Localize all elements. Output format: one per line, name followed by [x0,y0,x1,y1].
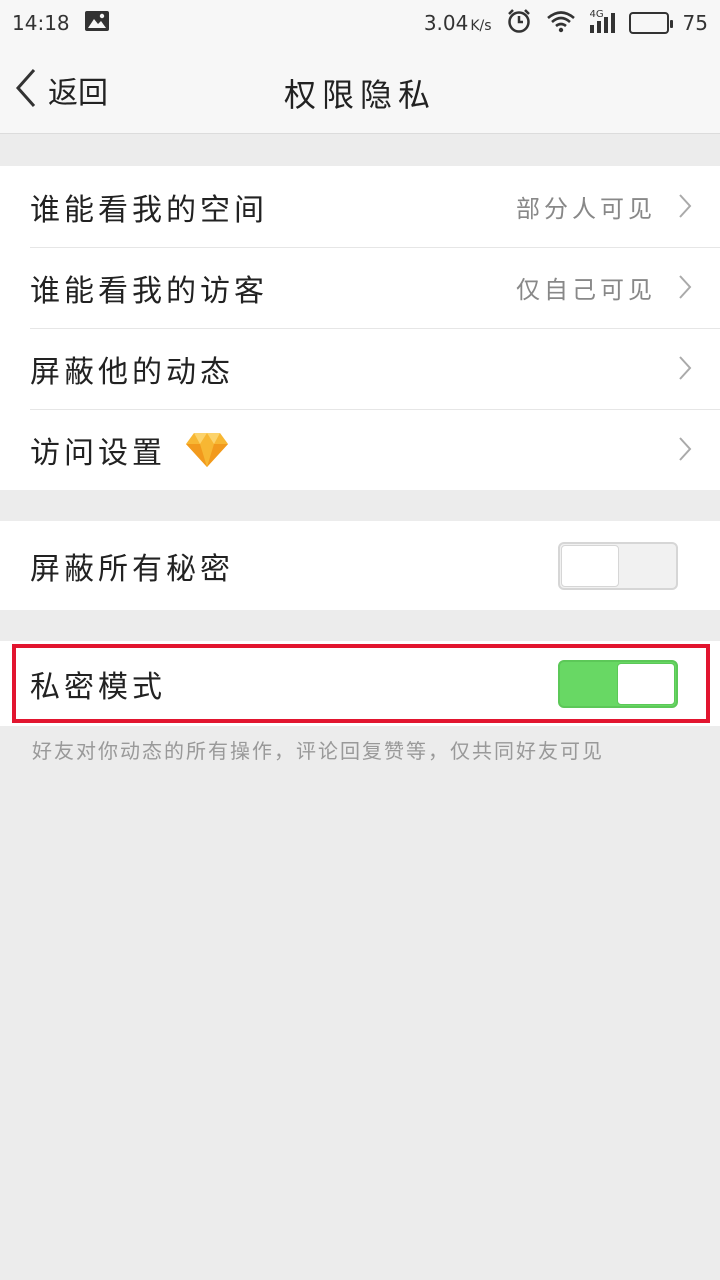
toggle-knob [617,662,675,705]
secrets-group: 屏蔽所有秘密 [0,521,720,610]
toggle-knob [561,544,619,587]
diamond-icon [184,431,230,469]
row-block-feed[interactable]: 屏蔽他的动态 [0,328,720,409]
network-speed-value: 3.04 [423,11,469,35]
battery-level: 75 [682,11,708,35]
page-title: 权限隐私 [283,76,436,114]
row-visitor-visibility[interactable]: 谁能看我的访客 仅自己可见 [0,247,720,328]
wifi-icon [546,9,576,38]
block-secrets-toggle[interactable] [558,541,678,590]
network-speed: 3.04 K/s [424,11,492,35]
alarm-icon [506,8,532,39]
chevron-right-icon [678,274,692,304]
navigation-bar: 返回 权限隐私 [0,46,720,134]
row-block-secrets: 屏蔽所有秘密 [0,521,720,610]
row-label: 屏蔽所有秘密 [30,551,234,587]
status-time: 14:18 [12,11,70,35]
status-left: 14:18 [12,10,110,37]
network-speed-unit: K/s [470,18,492,34]
row-private-mode: 私密模式 [0,641,720,726]
row-label: 私密模式 [30,669,166,705]
network-type: 4G [589,9,604,20]
chevron-right-icon [678,193,692,223]
battery-icon [628,12,673,34]
row-label: 访问设置 [30,435,166,471]
visibility-settings-group: 谁能看我的空间 部分人可见 谁能看我的访客 仅自己可见 屏蔽他的动态 访问设置 [0,166,720,490]
status-bar: 14:18 3.04 K/s 4G 75 [0,0,720,46]
row-label: 屏蔽他的动态 [30,354,234,390]
image-notification-icon [84,10,110,37]
row-access-settings[interactable]: 访问设置 [0,409,720,490]
row-label: 谁能看我的空间 [30,192,268,228]
row-value: 仅自己可见 [516,276,656,304]
status-right: 3.04 K/s 4G 75 [424,8,708,39]
row-label: 谁能看我的访客 [30,273,268,309]
row-space-visibility[interactable]: 谁能看我的空间 部分人可见 [0,166,720,247]
private-mode-toggle[interactable] [558,659,678,708]
private-mode-note: 好友对你动态的所有操作，评论回复赞等，仅共同好友可见 [32,739,604,763]
private-mode-group: 私密模式 [0,641,720,726]
chevron-right-icon [678,355,692,385]
signal-icon: 4G [589,9,615,33]
row-value: 部分人可见 [516,195,656,223]
chevron-right-icon [678,436,692,466]
